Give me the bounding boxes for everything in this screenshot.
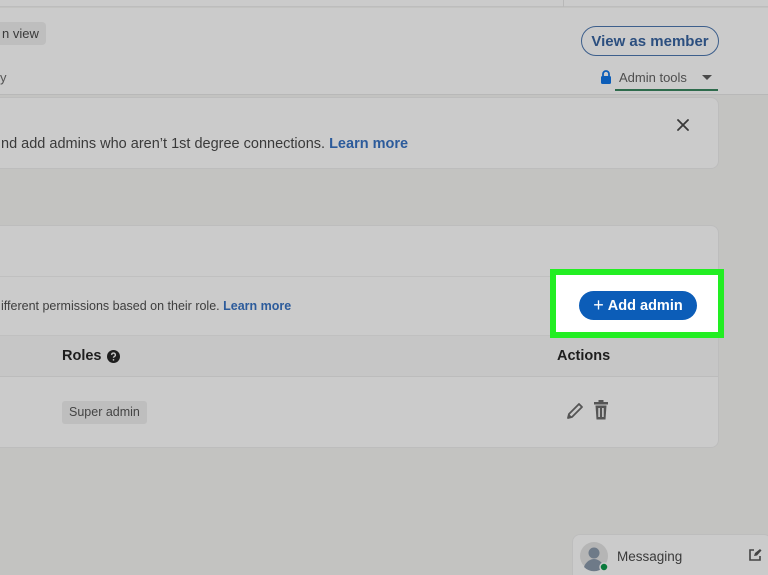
roles-header-label: Roles: [62, 348, 102, 364]
messaging-label: Messaging: [617, 549, 683, 564]
messaging-bar[interactable]: Messaging: [572, 534, 768, 575]
banner-learn-more-link[interactable]: Learn more: [329, 136, 408, 152]
view-chip[interactable]: n view: [0, 22, 46, 45]
plus-icon: +: [593, 294, 604, 315]
help-icon[interactable]: [106, 349, 120, 363]
top-divider: [563, 0, 564, 7]
admin-tools-dropdown[interactable]: Admin tools: [600, 63, 718, 91]
banner-text: nd add admins who aren’t 1st degree conn…: [1, 136, 408, 152]
add-admin-button[interactable]: + Add admin: [579, 291, 697, 320]
active-tab-underline: [615, 89, 718, 91]
info-banner: nd add admins who aren’t 1st degree conn…: [0, 97, 719, 169]
role-badge: Super admin: [62, 401, 147, 424]
admin-tools-label: Admin tools: [619, 69, 687, 85]
compose-message-icon[interactable]: [748, 548, 762, 562]
avatar[interactable]: [580, 542, 610, 572]
nav-tab-partial[interactable]: y: [0, 70, 7, 85]
column-header-actions: Actions: [557, 348, 611, 364]
view-as-member-button[interactable]: View as member: [581, 26, 719, 56]
column-header-roles: Roles: [62, 348, 120, 364]
card-description: ifferent permissions based on their role…: [1, 299, 291, 313]
close-icon[interactable]: [676, 118, 690, 132]
card-learn-more-link[interactable]: Learn more: [223, 299, 291, 313]
online-status-dot: [599, 562, 609, 572]
edit-pencil-icon[interactable]: [565, 401, 585, 421]
table-header: Roles Actions: [0, 336, 718, 377]
banner-message: nd add admins who aren’t 1st degree conn…: [1, 136, 326, 152]
add-admin-label: Add admin: [607, 297, 683, 314]
table-row: Super admin: [0, 377, 718, 447]
top-strip: [0, 0, 768, 7]
lock-icon: [601, 70, 611, 84]
delete-trash-icon[interactable]: [593, 400, 609, 420]
caret-down-icon: [701, 74, 712, 80]
card-description-text: ifferent permissions based on their role…: [1, 299, 220, 313]
